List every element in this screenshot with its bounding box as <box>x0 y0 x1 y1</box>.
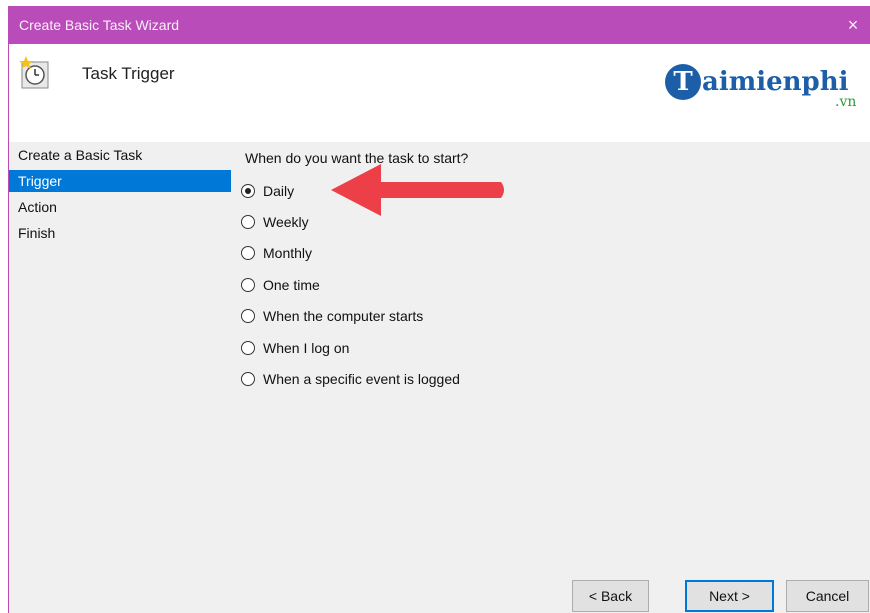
option-label: When a specific event is logged <box>263 371 460 387</box>
option-label: When I log on <box>263 340 350 356</box>
page-title: Task Trigger <box>82 64 175 83</box>
clock-wizard-icon <box>19 56 49 89</box>
option-label: Daily <box>263 183 295 199</box>
close-button[interactable]: × <box>835 6 870 44</box>
option-label: Monthly <box>263 245 313 261</box>
radio-weekly[interactable] <box>241 215 255 229</box>
option-log-on[interactable]: When I log on <box>241 337 349 359</box>
back-button[interactable]: < Back <box>572 580 649 612</box>
window-title: Create Basic Task Wizard <box>19 17 180 33</box>
wizard-steps-sidebar: Create a Basic Task Trigger Action Finis… <box>9 142 233 582</box>
logo-suffix: .vn <box>835 94 857 110</box>
logo-text: aimienphi <box>702 67 849 97</box>
logo-mark: T <box>665 64 701 100</box>
option-weekly[interactable]: Weekly <box>241 211 309 233</box>
wizard-window: Create Basic Task Wizard × Task Trigger … <box>8 6 870 613</box>
option-label: Weekly <box>263 214 309 230</box>
radio-daily[interactable] <box>241 184 255 198</box>
step-action[interactable]: Action <box>9 196 231 218</box>
annotation-arrow-icon <box>331 164 504 216</box>
step-finish[interactable]: Finish <box>9 222 231 244</box>
radio-monthly[interactable] <box>241 246 255 260</box>
option-computer-starts[interactable]: When the computer starts <box>241 305 423 327</box>
radio-log-on[interactable] <box>241 341 255 355</box>
radio-one-time[interactable] <box>241 278 255 292</box>
radio-event-logged[interactable] <box>241 372 255 386</box>
cancel-button[interactable]: Cancel <box>786 580 869 612</box>
title-bar: Create Basic Task Wizard × <box>9 6 870 44</box>
next-button[interactable]: Next > <box>685 580 774 612</box>
option-monthly[interactable]: Monthly <box>241 242 312 264</box>
option-one-time[interactable]: One time <box>241 274 320 296</box>
option-daily[interactable]: Daily <box>241 180 294 202</box>
option-event-logged[interactable]: When a specific event is logged <box>241 368 460 390</box>
step-create-basic-task[interactable]: Create a Basic Task <box>9 144 231 166</box>
taimienphi-logo: T aimienphi .vn <box>665 64 865 124</box>
radio-computer-starts[interactable] <box>241 309 255 323</box>
option-label: When the computer starts <box>263 308 424 324</box>
step-trigger[interactable]: Trigger <box>9 170 231 192</box>
option-label: One time <box>263 277 320 293</box>
